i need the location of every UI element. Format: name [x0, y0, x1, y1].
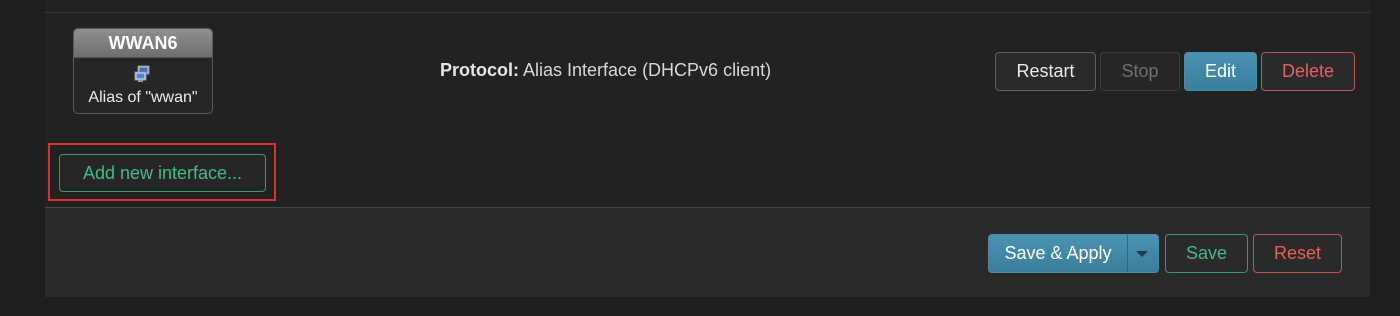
reset-button[interactable]: Reset — [1253, 234, 1342, 273]
save-apply-button[interactable]: Save & Apply — [989, 235, 1128, 272]
stop-button[interactable]: Stop — [1100, 52, 1180, 91]
restart-button[interactable]: Restart — [995, 52, 1096, 91]
save-apply-dropdown-toggle[interactable] — [1126, 235, 1158, 272]
save-button[interactable]: Save — [1165, 234, 1248, 273]
interface-name: WWAN6 — [74, 29, 212, 58]
save-apply-button-group: Save & Apply — [988, 234, 1159, 273]
interface-description: Alias of "wwan" — [88, 89, 198, 106]
delete-button[interactable]: Delete — [1261, 52, 1355, 91]
caret-down-icon — [1136, 251, 1148, 257]
edit-button[interactable]: Edit — [1184, 52, 1257, 91]
interfaces-panel: WWAN6 Alias of "wwan" Protocol: Alias In… — [45, 0, 1370, 297]
protocol-value: Alias Interface (DHCPv6 client) — [519, 60, 772, 80]
divider — [45, 12, 1370, 13]
footer-actions-bar: Save & Apply Save Reset — [45, 207, 1370, 297]
protocol-label: Protocol: — [440, 60, 519, 80]
network-alias-icon — [133, 64, 153, 84]
interface-badge: WWAN6 Alias of "wwan" — [73, 28, 213, 114]
add-new-interface-button[interactable]: Add new interface... — [59, 154, 266, 192]
protocol-info: Protocol: Alias Interface (DHCPv6 client… — [440, 60, 771, 81]
